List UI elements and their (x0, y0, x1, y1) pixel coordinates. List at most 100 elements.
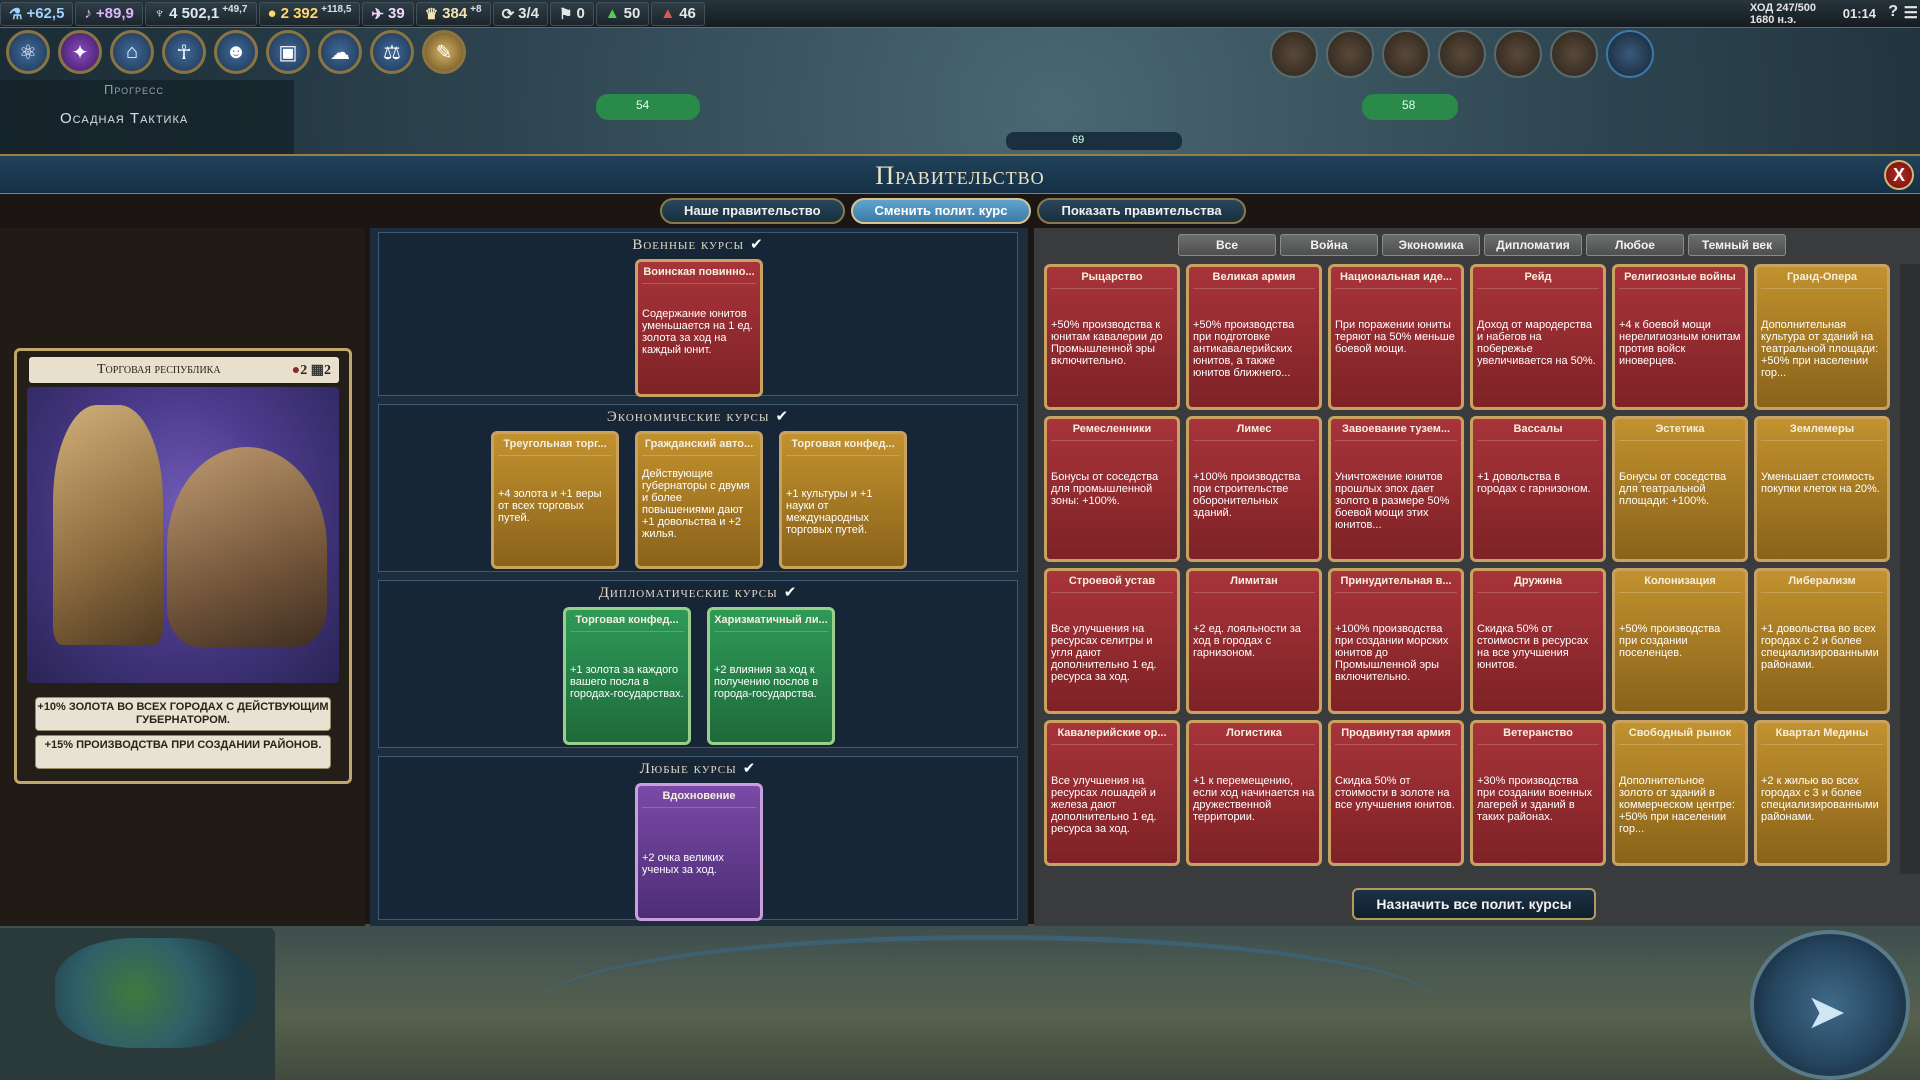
slotted-policy-card[interactable]: Торговая конфед... +1 культуры и +1 наук… (779, 431, 907, 569)
culture-icon: ♪ (84, 5, 92, 22)
leader-portrait[interactable] (1606, 30, 1654, 78)
filter-dark-age[interactable]: Темный век (1688, 234, 1786, 256)
policy-card[interactable]: Лимитан +2 ед. лояльности за ход в города… (1186, 568, 1322, 714)
favor-yield[interactable]: ♛ 384 +8 (415, 1, 491, 26)
policy-desc: +1 довольства в городах с гарнизоном. (1477, 471, 1591, 495)
tech-tree-icon[interactable]: ⚛ (6, 30, 50, 74)
military-slot-icon: ● (291, 362, 301, 378)
slotted-policy-card[interactable]: Харизматичный ли... +2 влияния за ход к … (707, 607, 835, 745)
policy-card[interactable]: Эстетика Бонусы от соседства для театраль… (1612, 416, 1748, 562)
tab-our-government[interactable]: Наше правительство (660, 198, 845, 224)
trade-routes[interactable]: ⟳ 3/4 (492, 1, 549, 26)
policy-card[interactable]: Колонизация +50% производства при создани… (1612, 568, 1748, 714)
policy-card[interactable]: Квартал Медины +2 к жилью во всех городах… (1754, 720, 1890, 866)
faith-yield[interactable]: ♆ 4 502,1 +49,7 (144, 1, 257, 26)
trade-icon[interactable]: ⚖ (370, 30, 414, 74)
research-tracker[interactable]: Прогресс Осадная Тактика (0, 80, 294, 154)
policy-card[interactable]: Свободный рынок Дополнительное золото от … (1612, 720, 1748, 866)
tourism-yield[interactable]: ✈ 39 (362, 1, 414, 26)
filter-diplomatic[interactable]: Дипломатия (1484, 234, 1582, 256)
policy-name: Религиозные войны (1619, 271, 1741, 289)
page-title: Правительство (875, 161, 1045, 190)
government-name: Торговая республика (97, 362, 221, 377)
policy-card[interactable]: Либерализм +1 довольства во всех городах … (1754, 568, 1890, 714)
leader-portrait[interactable] (1326, 30, 1374, 78)
filter-military[interactable]: Война (1280, 234, 1378, 256)
resource-flow-2[interactable]: ▲ 46 (651, 1, 705, 26)
policy-name: Свободный рынок (1619, 727, 1741, 745)
religion-icon[interactable]: ☥ (162, 30, 206, 74)
policy-name: Рыцарство (1051, 271, 1173, 289)
policy-card[interactable]: Лимес +100% производства при строительств… (1186, 416, 1322, 562)
policy-card[interactable]: Рыцарство +50% производства к юнитам кава… (1044, 264, 1180, 410)
filter-economic[interactable]: Экономика (1382, 234, 1480, 256)
wildcard-policy-group: Любые курсы ✔ Вдохновение +2 очка великих… (378, 756, 1018, 921)
policy-name: Гранд-Опера (1761, 271, 1883, 289)
leader-portrait[interactable] (1438, 30, 1486, 78)
policy-card[interactable]: Кавалерийские ор... Все улучшения на ресу… (1044, 720, 1180, 866)
city-banner[interactable]: 69 (1006, 132, 1182, 150)
policy-card[interactable]: Завоевание тузем... Уничтожение юнитов пр… (1328, 416, 1464, 562)
policy-desc: Уменьшает стоимость покупки клеток на 20… (1761, 471, 1880, 495)
slotted-policy-card[interactable]: Гражданский авто... Действующие губернат… (635, 431, 763, 569)
group-title: Любые курсы ✔ (639, 761, 757, 777)
menu-icon[interactable]: ☰ (1904, 3, 1918, 23)
policy-card[interactable]: Вассалы +1 довольства в городах с гарнизо… (1470, 416, 1606, 562)
culture-yield[interactable]: ♪ +89,9 (75, 1, 143, 26)
tourism-icon: ✈ (371, 5, 384, 23)
policy-card[interactable]: Великая армия +50% производства при подго… (1186, 264, 1322, 410)
policy-card[interactable]: Национальная иде... При поражении юниты т… (1328, 264, 1464, 410)
policy-desc: +50% производства при подготовке антикав… (1193, 319, 1295, 379)
government-bonus-2: +15% производства при создании районов. (35, 735, 331, 769)
policy-desc: Уничтожение юнитов прошлых эпох дает зол… (1335, 471, 1450, 531)
leader-portrait[interactable] (1550, 30, 1598, 78)
policy-card[interactable]: Дружина Скидка 50% от стоимости в ресурса… (1470, 568, 1606, 714)
assign-all-button[interactable]: Назначить все полит. курсы (1352, 888, 1596, 920)
policy-desc: +2 к жилью во всех городах с 3 и более с… (1761, 775, 1879, 823)
government-icon[interactable]: ⌂ (110, 30, 154, 74)
tab-view-governments[interactable]: Показать правительства (1037, 198, 1246, 224)
policy-name: Воинская повинно... (642, 266, 756, 284)
policy-name: Кавалерийские ор... (1051, 727, 1173, 745)
slotted-policy-card[interactable]: Треугольная торг... +4 золота и +1 веры … (491, 431, 619, 569)
policy-card[interactable]: Принудительная в... +100% производства пр… (1328, 568, 1464, 714)
leader-portrait[interactable] (1382, 30, 1430, 78)
science-yield[interactable]: ⚗ +62,5 (0, 1, 74, 26)
climate-icon[interactable]: ☁ (318, 30, 362, 74)
leader-portrait[interactable] (1270, 30, 1318, 78)
leader-portrait[interactable] (1494, 30, 1542, 78)
city-banner[interactable]: 58 (1362, 94, 1458, 120)
next-turn-button[interactable]: ➤ (1750, 930, 1910, 1080)
policy-card[interactable]: Продвинутая армия Скидка 50% от стоимости… (1328, 720, 1464, 866)
slotted-policy-card[interactable]: Торговая конфед... +1 золота за каждого … (563, 607, 691, 745)
help-icon[interactable]: ? (1888, 3, 1898, 21)
policy-card[interactable]: Ветеранство +30% производства при создани… (1470, 720, 1606, 866)
policy-card[interactable]: Строевой устав Все улучшения на ресурсах … (1044, 568, 1180, 714)
close-button[interactable]: X (1884, 160, 1914, 190)
resource-flow-1[interactable]: ▲ 50 (595, 1, 650, 26)
policy-scrollbar[interactable] (1900, 264, 1920, 874)
slotted-policy-card[interactable]: Вдохновение +2 очка великих ученых за хо… (635, 783, 763, 921)
policy-card[interactable]: Религиозные войны +4 к боевой мощи нерели… (1612, 264, 1748, 410)
winged-lion-image (167, 447, 327, 647)
tab-change-policies[interactable]: Сменить полит. курс (850, 198, 1032, 224)
city-banner[interactable]: 54 (596, 94, 700, 120)
gold-yield[interactable]: ● 2 392 +118,5 (258, 1, 361, 26)
filter-wildcard[interactable]: Любое (1586, 234, 1684, 256)
civics-tree-icon[interactable]: ✦ (58, 30, 102, 74)
policy-name: Гражданский авто... (642, 438, 756, 456)
science-icon: ⚗ (9, 5, 23, 23)
great-works-icon[interactable]: ▣ (266, 30, 310, 74)
policy-card[interactable]: Логистика +1 к перемещению, если ход начи… (1186, 720, 1322, 866)
scroll-icon[interactable]: ✎ (422, 30, 466, 74)
slotted-policy-card[interactable]: Воинская повинно... Содержание юнитов ум… (635, 259, 763, 397)
policy-name: Лимитан (1193, 575, 1315, 593)
policy-card[interactable]: Землемеры Уменьшает стоимость покупки кле… (1754, 416, 1890, 562)
great-people-icon[interactable]: ☻ (214, 30, 258, 74)
filter-all[interactable]: Все (1178, 234, 1276, 256)
policy-card[interactable]: Рейд Доход от мародерства и набегов на по… (1470, 264, 1606, 410)
policy-card[interactable]: Ремесленники Бонусы от соседства для пром… (1044, 416, 1180, 562)
units-count[interactable]: ⚑ 0 (550, 1, 594, 26)
minimap[interactable] (0, 928, 275, 1080)
policy-card[interactable]: Гранд-Опера Дополнительная культура от зд… (1754, 264, 1890, 410)
